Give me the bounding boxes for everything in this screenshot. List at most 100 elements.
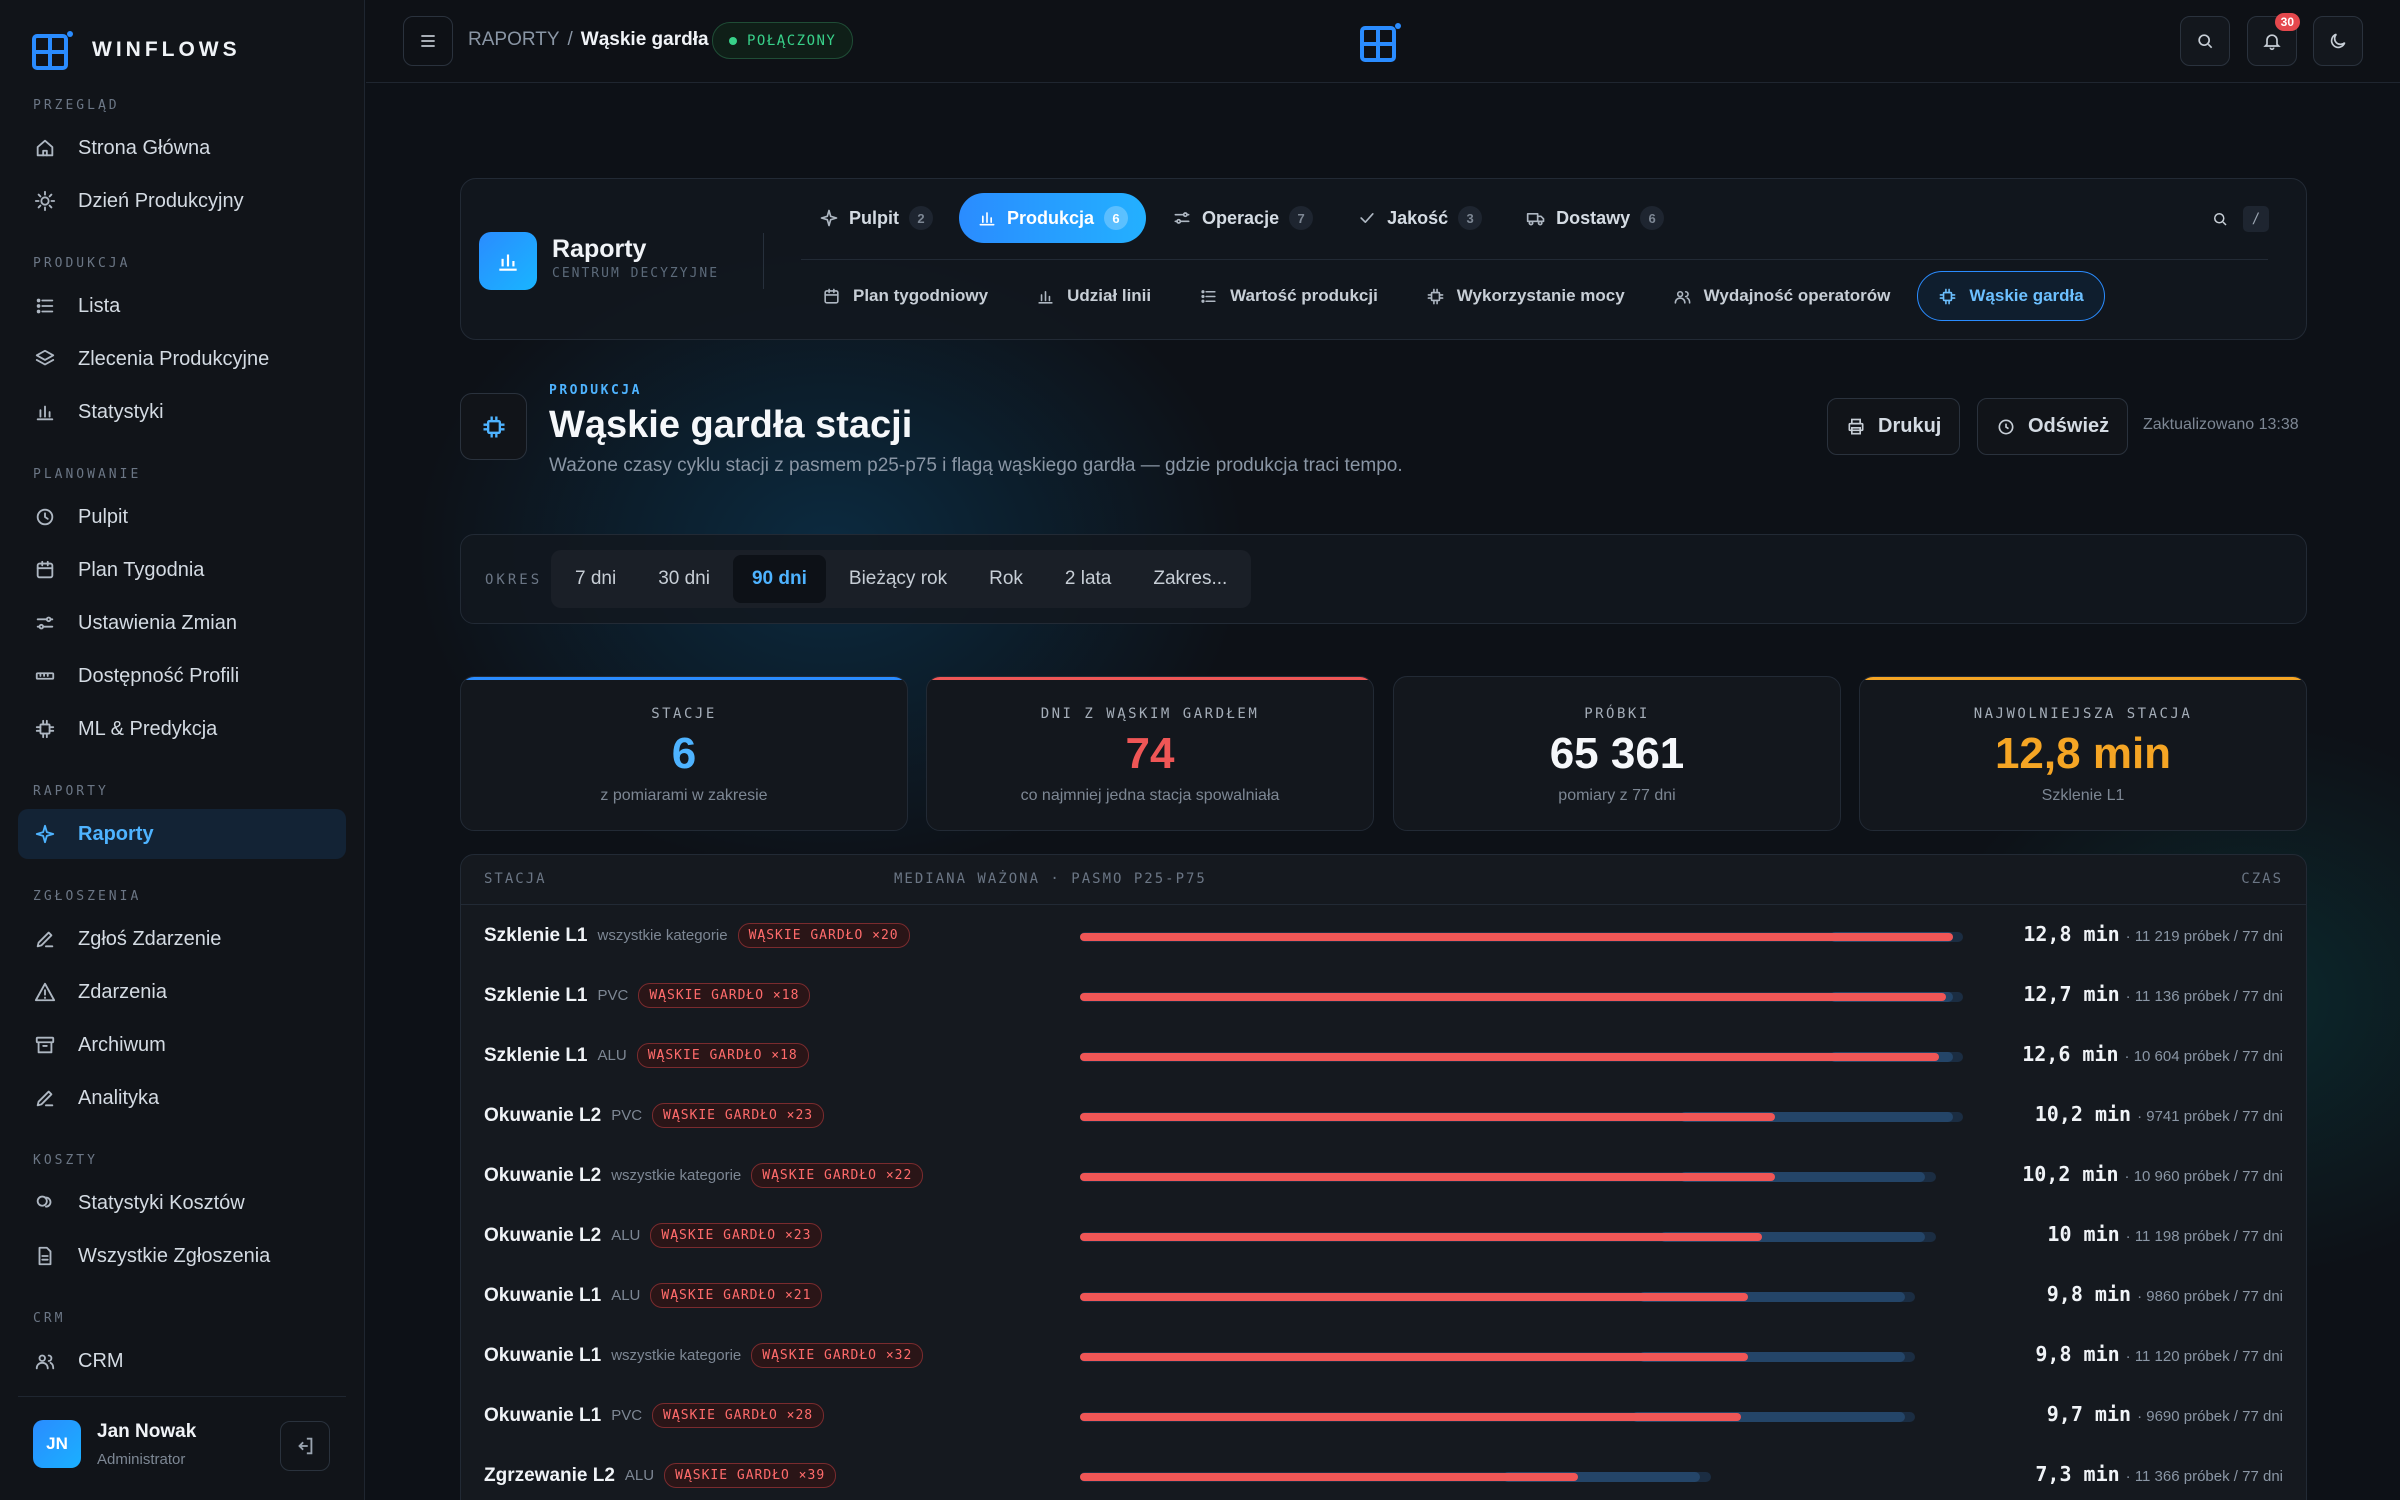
sidebar-item-zlecenia-produkcyjne[interactable]: Zlecenia Produkcyjne bbox=[18, 334, 346, 384]
median-time: 12,6 min bbox=[2022, 1042, 2119, 1066]
tab-count-badge: 6 bbox=[1640, 206, 1665, 230]
table-header: STACJA MEDIANA WAŻONA · PASMO P25-P75 CZ… bbox=[461, 855, 2306, 905]
column-header-station: STACJA bbox=[484, 871, 547, 887]
subtab-udzial-linii[interactable]: Udział linii bbox=[1015, 271, 1172, 321]
sidebar-item-dostepnosc-profili[interactable]: Dostępność Profili bbox=[18, 651, 346, 701]
user-profile[interactable]: JN Jan Nowak Administrator bbox=[33, 1420, 196, 1468]
sidebar-item-dzien-produkcyjny[interactable]: Dzień Produkcyjny bbox=[18, 176, 346, 226]
chip-icon bbox=[483, 416, 504, 437]
station-cell: Okuwanie L2 PVC WĄSKIE GARDŁO ×23 bbox=[484, 1103, 825, 1128]
period-option-biezacy-rok[interactable]: Bieżący rok bbox=[830, 555, 966, 603]
table-row[interactable]: Okuwanie L2 ALU WĄSKIE GARDŁO ×23 10 min · 1… bbox=[461, 1205, 2306, 1265]
sample-count: · 9690 próbek / 77 dni bbox=[2137, 1408, 2283, 1425]
subtab-wydajnosc-operatorow[interactable]: Wydajność operatorów bbox=[1652, 271, 1912, 321]
sidebar-item-plan-tygodnia[interactable]: Plan Tygodnia bbox=[18, 545, 346, 595]
kpi-accent-bar bbox=[1860, 677, 2306, 680]
truck-icon bbox=[1526, 213, 1545, 226]
bottleneck-badge: WĄSKIE GARDŁO ×21 bbox=[650, 1283, 823, 1308]
tab-dostawy[interactable]: Dostawy 6 bbox=[1508, 193, 1682, 243]
subtab-plan-tygodniowy[interactable]: Plan tygodniowy bbox=[801, 271, 1009, 321]
period-option-2-lata[interactable]: 2 lata bbox=[1046, 555, 1130, 603]
table-row[interactable]: Okuwanie L1 ALU WĄSKIE GARDŁO ×21 9,8 min · … bbox=[461, 1265, 2306, 1325]
sidebar-item-wszystkie-zgloszenia[interactable]: Wszystkie Zgłoszenia bbox=[18, 1231, 346, 1281]
logout-button[interactable] bbox=[280, 1421, 330, 1471]
period-option-7-dni[interactable]: 7 dni bbox=[556, 555, 635, 603]
breadcrumb-separator: / bbox=[567, 29, 573, 50]
table-row[interactable]: Szklenie L1 ALU WĄSKIE GARDŁO ×18 12,6 min ·… bbox=[461, 1025, 2306, 1085]
sidebar-item-ustawienia-zmian[interactable]: Ustawienia Zmian bbox=[18, 598, 346, 648]
period-option-30-dni[interactable]: 30 dni bbox=[639, 555, 729, 603]
period-label: OKRES bbox=[485, 572, 543, 588]
sidebar-item-ml-predykcja[interactable]: ML & Predykcja bbox=[18, 704, 346, 754]
search-button[interactable] bbox=[2180, 16, 2230, 66]
bar-chart-icon bbox=[499, 254, 517, 271]
reports-search[interactable]: / bbox=[2211, 206, 2269, 232]
print-button[interactable]: Drukuj bbox=[1827, 398, 1961, 455]
table-row[interactable]: Szklenie L1 wszystkie kategorie WĄSKIE GAR… bbox=[461, 905, 2306, 965]
sidebar-item-lista[interactable]: Lista bbox=[18, 281, 346, 331]
station-cell: Szklenie L1 ALU WĄSKIE GARDŁO ×18 bbox=[484, 1043, 809, 1068]
subtab-wykorzystanie-mocy[interactable]: Wykorzystanie mocy bbox=[1405, 271, 1646, 321]
sidebar-item-analityka[interactable]: Analityka bbox=[18, 1073, 346, 1123]
sidebar-item-label: Strona Główna bbox=[78, 136, 211, 159]
sidebar-item-zdarzenia[interactable]: Zdarzenia bbox=[18, 967, 346, 1017]
nav-section-crm: CRM bbox=[33, 1311, 66, 1326]
sidebar-item-zglos-zdarzenie[interactable]: Zgłoś Zdarzenie bbox=[18, 914, 346, 964]
sidebar-item-statystyki-kosztow[interactable]: Statystyki Kosztów bbox=[18, 1178, 346, 1228]
refresh-button[interactable]: Odśwież bbox=[1977, 398, 2129, 455]
theme-toggle-button[interactable] bbox=[2313, 16, 2363, 66]
time-cell: 7,3 min · 11 366 próbek / 77 dni bbox=[2035, 1462, 2283, 1486]
menu-toggle-button[interactable] bbox=[403, 16, 453, 66]
users-icon bbox=[35, 1354, 55, 1370]
table-row[interactable]: Okuwanie L1 PVC WĄSKIE GARDŁO ×28 9,7 min · … bbox=[461, 1385, 2306, 1445]
table-row[interactable]: Szklenie L1 PVC WĄSKIE GARDŁO ×18 12,7 min ·… bbox=[461, 965, 2306, 1025]
bottleneck-badge: WĄSKIE GARDŁO ×18 bbox=[638, 983, 811, 1008]
subtab-wartosc-produkcji[interactable]: Wartość produkcji bbox=[1178, 271, 1399, 321]
period-option-zakres[interactable]: Zakres... bbox=[1134, 555, 1246, 603]
top-logo[interactable] bbox=[1360, 22, 1402, 62]
subtab-waskie-gardla[interactable]: Wąskie gardła bbox=[1917, 271, 2105, 321]
brand[interactable]: WINFLOWS bbox=[32, 30, 241, 70]
median-fill bbox=[1080, 1473, 1578, 1481]
tab-produkcja[interactable]: Produkcja 6 bbox=[959, 193, 1147, 243]
sidebar-item-strona-glowna[interactable]: Strona Główna bbox=[18, 123, 346, 173]
layers-icon bbox=[35, 349, 55, 366]
station-cell: Okuwanie L1 PVC WĄSKIE GARDŁO ×28 bbox=[484, 1403, 825, 1428]
tab-count-badge: 6 bbox=[1104, 206, 1129, 230]
sample-count: · 9860 próbek / 77 dni bbox=[2137, 1288, 2283, 1305]
tab-pulpit[interactable]: Pulpit 2 bbox=[801, 193, 951, 243]
sidebar-item-pulpit[interactable]: Pulpit bbox=[18, 492, 346, 542]
station-cell: Okuwanie L1 wszystkie kategorie WĄSKIE GAR… bbox=[484, 1343, 924, 1368]
sidebar-divider bbox=[18, 1396, 346, 1397]
logout-icon bbox=[298, 1437, 313, 1455]
nav-section-koszty: KOSZTY bbox=[33, 1153, 98, 1168]
sidebar-item-raporty[interactable]: Raporty bbox=[18, 809, 346, 859]
station-category: ALU bbox=[611, 1227, 641, 1244]
list-icon bbox=[1201, 289, 1216, 303]
period-option-90-dni[interactable]: 90 dni bbox=[732, 555, 826, 603]
table-row[interactable]: Okuwanie L2 PVC WĄSKIE GARDŁO ×23 10,2 min ·… bbox=[461, 1085, 2306, 1145]
sidebar-item-label: Plan Tygodnia bbox=[78, 558, 205, 581]
tab-label: Dostawy bbox=[1556, 207, 1631, 228]
connection-status-badge: POŁĄCZONY bbox=[712, 22, 854, 59]
notifications-button[interactable]: 30 bbox=[2247, 13, 2300, 66]
breadcrumb-item-raporty[interactable]: RAPORTY bbox=[468, 29, 560, 51]
tab-jakosc[interactable]: Jakość 3 bbox=[1339, 193, 1500, 243]
sample-count: · 11 219 próbek / 77 dni bbox=[2125, 928, 2283, 945]
column-header-time: CZAS bbox=[2241, 871, 2283, 887]
period-option-rok[interactable]: Rok bbox=[970, 555, 1042, 603]
connection-status-text: POŁĄCZONY bbox=[747, 32, 837, 49]
table-row[interactable]: Okuwanie L2 wszystkie kategorie WĄSKIE GAR… bbox=[461, 1145, 2306, 1205]
kpi-caption: Szklenie L1 bbox=[2041, 787, 2125, 804]
winflows-logo-icon bbox=[1360, 23, 1401, 62]
sidebar-item-statystyki[interactable]: Statystyki bbox=[18, 387, 346, 437]
sidebar-item-archiwum[interactable]: Archiwum bbox=[18, 1020, 346, 1070]
sidebar-item-crm[interactable]: CRM bbox=[18, 1336, 346, 1386]
table-row[interactable]: Zgrzewanie L2 ALU WĄSKIE GARDŁO ×39 7,3 min… bbox=[461, 1445, 2306, 1500]
station-category: ALU bbox=[597, 1047, 627, 1064]
tab-operacje[interactable]: Operacje 7 bbox=[1154, 193, 1331, 243]
refresh-label: Odśwież bbox=[2028, 415, 2110, 437]
bottleneck-badge: WĄSKIE GARDŁO ×22 bbox=[751, 1163, 924, 1188]
table-row[interactable]: Okuwanie L1 wszystkie kategorie WĄSKIE GAR… bbox=[461, 1325, 2306, 1385]
station-cell: Szklenie L1 wszystkie kategorie WĄSKIE GAR… bbox=[484, 923, 910, 948]
